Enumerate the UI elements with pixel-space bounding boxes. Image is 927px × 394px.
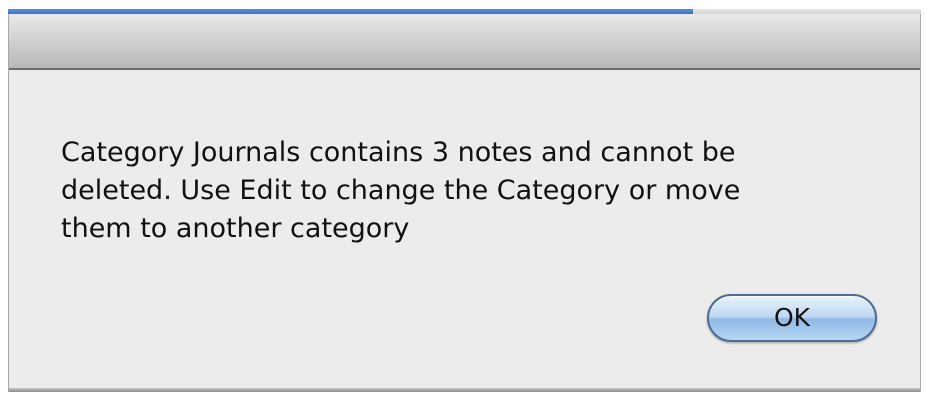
dialog-bottom-edge bbox=[9, 388, 920, 392]
alert-message: Category Journals contains 3 notes and c… bbox=[61, 137, 741, 244]
alert-dialog: Category Journals contains 3 notes and c… bbox=[8, 14, 921, 392]
screen: Category Journals contains 3 notes and c… bbox=[0, 0, 927, 394]
dialog-title-bar[interactable] bbox=[9, 14, 920, 70]
ok-button[interactable]: OK bbox=[707, 294, 877, 342]
